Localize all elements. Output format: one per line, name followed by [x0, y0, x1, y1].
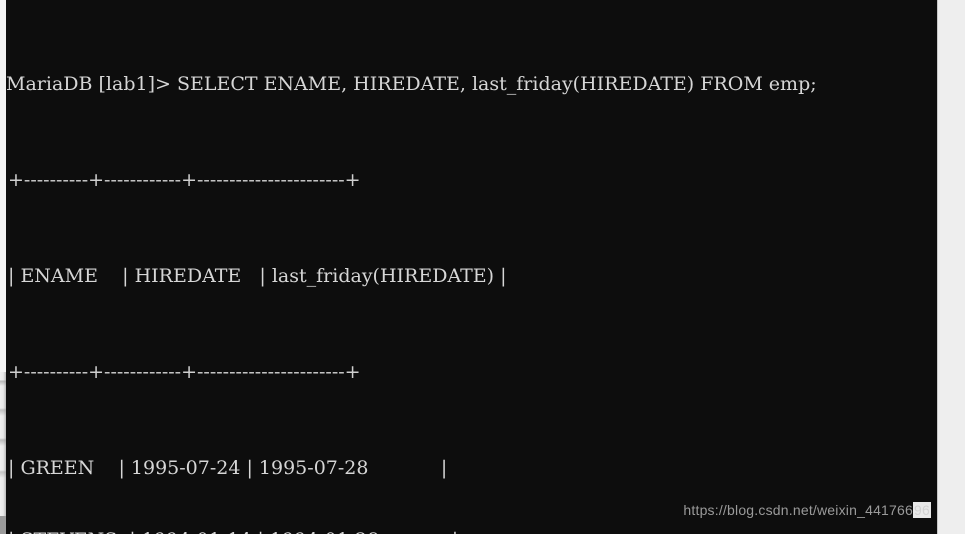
terminal-window: MariaDB [lab1]> SELECT ENAME, HIREDATE, … [0, 0, 965, 534]
left-scrollbar-marks [0, 374, 6, 514]
table-header-row: | ENAME | HIREDATE | last_friday(HIREDAT… [8, 265, 507, 287]
table-top-rule: +----------+------------+---------------… [8, 169, 361, 191]
left-scrollbar-bottom-button[interactable] [0, 516, 6, 534]
watermark-url-tail: 96 [913, 502, 931, 518]
watermark-url: https://blog.csdn.net/weixin_441766 [683, 502, 914, 518]
left-scrollbar-thumb[interactable] [0, 0, 6, 372]
watermark: https://blog.csdn.net/weixin_44176696 [683, 502, 931, 518]
table-row: | GREEN | 1995-07-24 | 1995-07-28 | [8, 457, 448, 479]
table-header-rule: +----------+------------+---------------… [8, 361, 361, 383]
table-row: | STEVENS | 1994-01-14 | 1994-01-28 | [0, 528, 938, 534]
right-gutter [937, 0, 965, 534]
terminal-output[interactable]: MariaDB [lab1]> SELECT ENAME, HIREDATE, … [0, 0, 938, 534]
command-line: MariaDB [lab1]> SELECT ENAME, HIREDATE, … [6, 73, 817, 95]
left-scrollbar[interactable] [0, 0, 6, 534]
